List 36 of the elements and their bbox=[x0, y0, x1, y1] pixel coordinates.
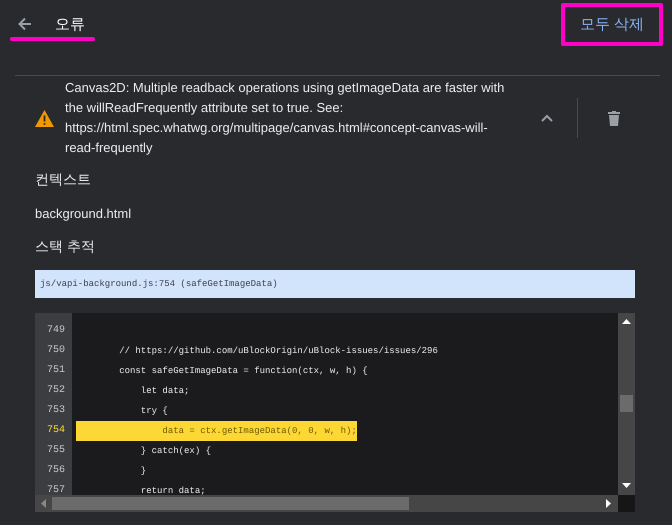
scroll-right-icon[interactable] bbox=[606, 499, 612, 508]
clear-all-button[interactable]: 모두 삭제 bbox=[564, 6, 660, 42]
delete-button[interactable] bbox=[608, 110, 620, 126]
line-number: 754 bbox=[46, 424, 66, 438]
code-line: // https://github.com/uBlockOrigin/uBlock-issues/issues/296 bbox=[118, 345, 438, 358]
code-line: } catch(ex) { bbox=[140, 445, 212, 458]
section-heading: 스택 추적 bbox=[35, 238, 96, 256]
horizontal-scrollbar[interactable] bbox=[35, 495, 618, 512]
line-number: 750 bbox=[46, 344, 66, 358]
line-number: 757 bbox=[46, 484, 66, 495]
line-number: 756 bbox=[46, 464, 66, 478]
trash-icon bbox=[608, 110, 620, 126]
scroll-up-icon[interactable] bbox=[622, 319, 631, 325]
error-message: Canvas2D: Multiple readback operations using getImageData are faster with the willReadFrequently attribute set to true. See: https://html.spec.whatwg.org/multipage/canvas.html#concept-canvas-will-read-frequently bbox=[65, 79, 505, 157]
chevron-up-icon bbox=[541, 114, 553, 122]
line-number: 755 bbox=[46, 444, 66, 458]
line-number: 752 bbox=[46, 384, 66, 398]
scrollbar-thumb[interactable] bbox=[620, 395, 633, 412]
scrollbar-corner bbox=[618, 495, 635, 512]
line-number: 749 bbox=[46, 324, 66, 338]
context-value: background.html bbox=[35, 206, 132, 223]
stack-frame[interactable]: js/vapi-background.js:754 (safeGetImageData) bbox=[35, 270, 635, 298]
vertical-scrollbar[interactable] bbox=[618, 313, 635, 495]
code-line: try { bbox=[140, 405, 168, 418]
warning-icon bbox=[35, 110, 54, 126]
code-line: return data; bbox=[140, 485, 206, 495]
scroll-down-icon[interactable] bbox=[622, 483, 631, 489]
line-number: 753 bbox=[46, 404, 66, 418]
line-number: 751 bbox=[46, 364, 66, 378]
code-line: const safeGetImageData = function(ctx, w, h) { bbox=[118, 365, 368, 378]
scrollbar-thumb[interactable] bbox=[52, 497, 409, 510]
section-heading: 컨텍스트 bbox=[35, 171, 92, 189]
page-title: 오류 bbox=[55, 14, 85, 34]
scroll-left-icon[interactable] bbox=[41, 499, 47, 508]
code-line: let data; bbox=[140, 385, 190, 398]
code-line: } bbox=[140, 465, 146, 478]
